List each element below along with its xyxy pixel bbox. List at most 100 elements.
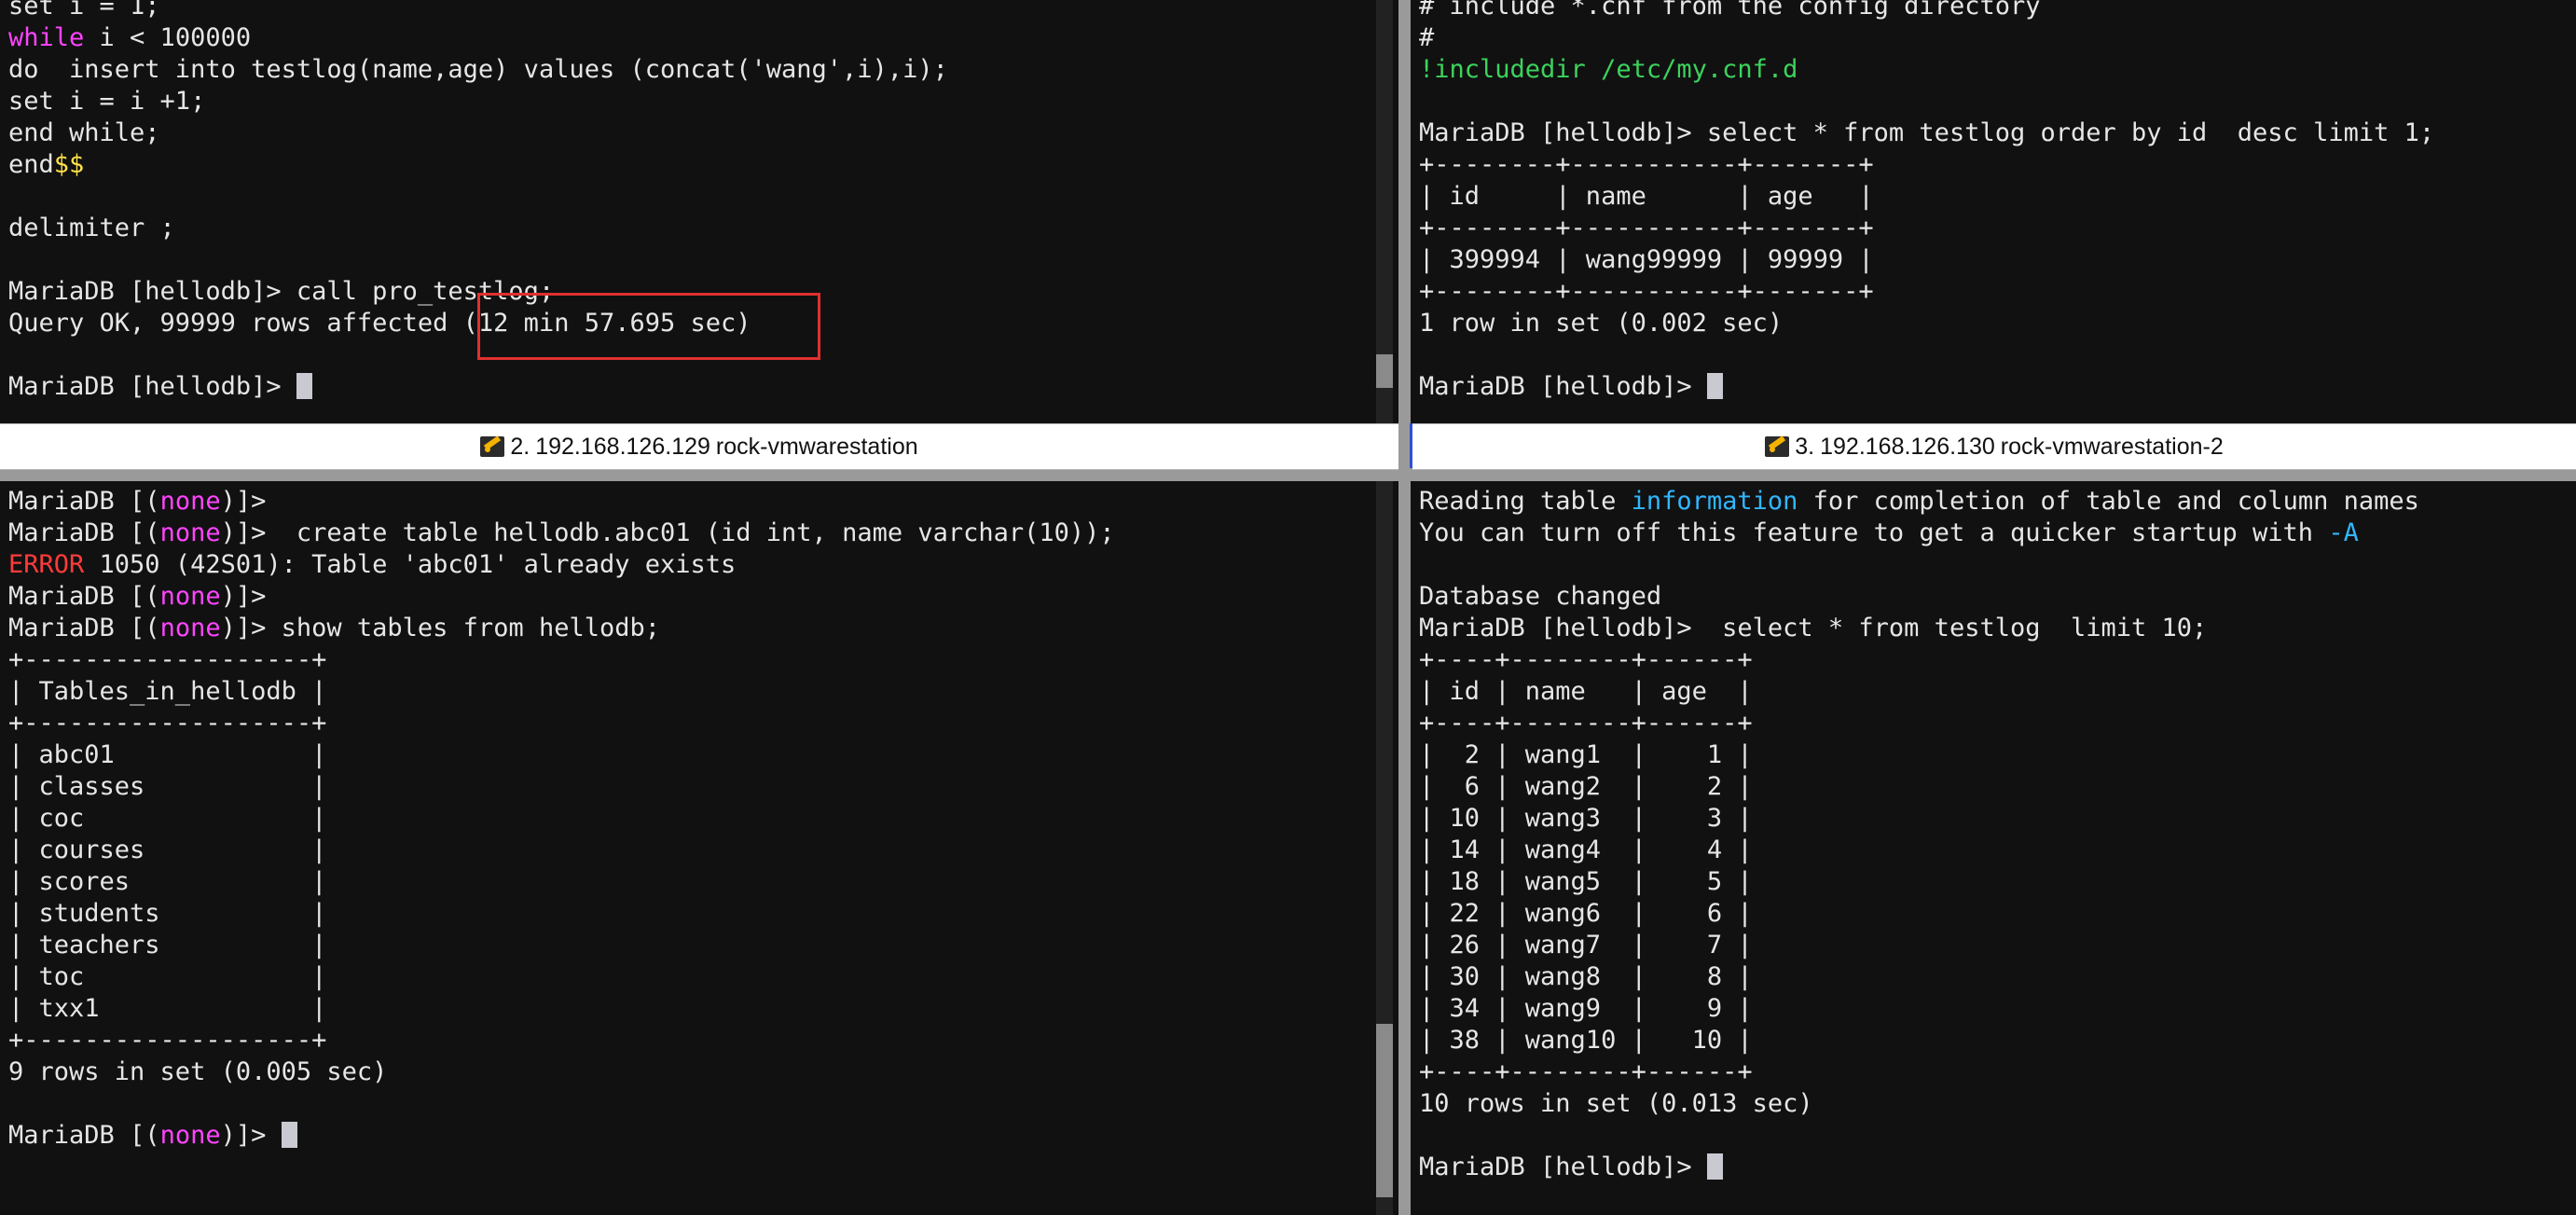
terminal-text: | scores | xyxy=(8,867,327,896)
terminal-line: +-------------------+ xyxy=(8,1025,1361,1056)
terminal-line: set i = i +1; xyxy=(8,86,1361,117)
terminal-text: )]> xyxy=(220,1121,282,1150)
terminal-text: | Tables_in_hellodb | xyxy=(8,677,327,706)
terminal-line: MariaDB [hellodb]> xyxy=(1419,371,2539,403)
highlight-box xyxy=(477,293,820,360)
terminal-text: | 399994 | wang99999 | 99999 | xyxy=(1419,245,1874,274)
terminal-output[interactable]: Reading table information for completion… xyxy=(1419,486,2539,1215)
terminal-line: | 26 | wang7 | 7 | xyxy=(1419,930,2539,961)
terminal-line: | id | name | age | xyxy=(1419,676,2539,708)
terminal-text: | 6 | wang2 | 2 | xyxy=(1419,772,1753,801)
terminal-text: )]> show tables from hellodb; xyxy=(220,614,660,642)
terminal-line: +--------+-----------+-------+ xyxy=(1419,276,2539,308)
terminal-text: information xyxy=(1631,487,1798,516)
terminal-cursor xyxy=(296,373,312,399)
terminal-pane-3[interactable]: MariaDB [(none)]> MariaDB [(none)]> creat… xyxy=(0,481,1398,1215)
scrollbar[interactable] xyxy=(1376,0,1393,423)
terminal-text: none xyxy=(159,518,221,547)
terminal-text: | 22 | wang6 | 6 | xyxy=(1419,899,1753,928)
terminal-text: # include *.cnf from the config director… xyxy=(1419,0,2041,21)
terminal-line: delimiter ; xyxy=(8,213,1361,244)
tools-icon xyxy=(1765,436,1790,457)
tab-title: rock-vmwarestation-2 xyxy=(2000,433,2224,460)
terminal-line: +-------------------+ xyxy=(8,644,1361,676)
terminal-line: | Tables_in_hellodb | xyxy=(8,676,1361,708)
terminal-text: | 26 | wang7 | 7 | xyxy=(1419,931,1753,960)
terminal-line: | teachers | xyxy=(8,930,1361,961)
scrollbar-thumb[interactable] xyxy=(1376,354,1393,388)
terminal-text: none xyxy=(159,487,221,516)
terminal-line: MariaDB [hellodb]> xyxy=(8,371,1361,403)
terminal-text: MariaDB [hellodb]> select * from testlog… xyxy=(1419,614,2208,642)
terminal-text: | 10 | wang3 | 3 | xyxy=(1419,804,1753,833)
terminal-text: )]> create table hellodb.abc01 (id int, … xyxy=(220,518,1115,547)
terminal-line: MariaDB [(none)]> create table hellodb.a… xyxy=(8,518,1361,549)
terminal-line: # xyxy=(1419,22,2539,54)
terminal-line: do insert into testlog(name,age) values … xyxy=(8,54,1361,86)
session-tab-bar-2[interactable]: 2. 192.168.126.129 rock-vmwarestation xyxy=(0,423,1398,470)
terminal-line: MariaDB [(none)]> show tables from hello… xyxy=(8,613,1361,644)
terminal-line: | scores | xyxy=(8,866,1361,898)
terminal-text: | courses | xyxy=(8,835,327,864)
terminal-cursor xyxy=(1706,373,1723,399)
terminal-pane-1[interactable]: set i = 1; while i < 100000 do insert into… xyxy=(0,0,1398,423)
terminal-line: end$$ xyxy=(8,149,1361,181)
tab-title: rock-vmwarestation xyxy=(715,433,918,460)
terminal-line: | students | xyxy=(8,898,1361,930)
terminal-pane-4[interactable]: Reading table information for completion… xyxy=(1411,481,2576,1215)
terminal-text: end while; xyxy=(8,118,160,147)
session-tab-2[interactable]: 2. 192.168.126.129 rock-vmwarestation xyxy=(480,433,918,461)
terminal-line: You can turn off this feature to get a q… xyxy=(1419,518,2539,549)
terminal-text: +-------------------+ xyxy=(8,1026,327,1055)
terminal-line: | 6 | wang2 | 2 | xyxy=(1419,771,2539,803)
terminal-text: delimiter ; xyxy=(8,214,175,242)
terminal-text: none xyxy=(159,1121,221,1150)
terminal-line: set i = 1; xyxy=(8,0,1361,22)
terminal-line: | 38 | wang10 | 10 | xyxy=(1419,1025,2539,1056)
tab-number: 2. xyxy=(510,433,530,460)
terminal-text: | 14 | wang4 | 4 | xyxy=(1419,835,1753,864)
terminal-text: +----+--------+------+ xyxy=(1419,645,1753,674)
terminal-text: +-------------------+ xyxy=(8,709,327,738)
session-tab-3[interactable]: 3. 192.168.126.130 rock-vmwarestation-2 xyxy=(1765,434,2224,461)
terminal-line: 10 rows in set (0.013 sec) xyxy=(1419,1088,2539,1120)
terminal-text: # xyxy=(1419,23,1435,52)
terminal-line: 1 row in set (0.002 sec) xyxy=(1419,308,2539,339)
terminal-text: 9 rows in set (0.005 sec) xyxy=(8,1057,388,1086)
terminal-text: +--------+-----------+-------+ xyxy=(1419,277,1874,306)
terminal-text: +----+--------+------+ xyxy=(1419,709,1753,738)
terminal-text: none xyxy=(159,582,221,611)
terminal-text: none xyxy=(159,614,221,642)
terminal-line: | 399994 | wang99999 | 99999 | xyxy=(1419,244,2539,276)
terminal-text: Reading table xyxy=(1419,487,1632,516)
terminal-text: | id | name | age | xyxy=(1419,182,1874,211)
terminal-line: MariaDB [(none)]> xyxy=(8,581,1361,613)
terminal-output[interactable]: # include *.cnf from the config director… xyxy=(1419,0,2539,423)
terminal-line: +----+--------+------+ xyxy=(1419,1056,2539,1088)
terminal-text: MariaDB [hellodb]> xyxy=(8,372,296,401)
terminal-line: +----+--------+------+ xyxy=(1419,644,2539,676)
terminal-line: MariaDB [hellodb]> xyxy=(1419,1152,2539,1183)
terminal-line: +--------+-----------+-------+ xyxy=(1419,213,2539,244)
terminal-line: | abc01 | xyxy=(8,739,1361,771)
terminal-text: 10 rows in set (0.013 sec) xyxy=(1419,1089,1813,1118)
session-tab-bar-3[interactable]: 3. 192.168.126.130 rock-vmwarestation-2 xyxy=(1412,423,2576,470)
terminal-line: MariaDB [(none)]> xyxy=(8,1120,1361,1152)
terminal-text: $$ xyxy=(53,150,85,179)
terminal-output[interactable]: MariaDB [(none)]> MariaDB [(none)]> creat… xyxy=(8,486,1361,1215)
terminal-line: | 18 | wang5 | 5 | xyxy=(1419,866,2539,898)
scrollbar[interactable] xyxy=(1376,481,1393,1215)
terminal-line: | 22 | wang6 | 6 | xyxy=(1419,898,2539,930)
terminal-text: MariaDB [hellodb]> xyxy=(1419,372,1707,401)
terminal-text: +--------+-----------+-------+ xyxy=(1419,150,1874,179)
terminal-line: # include *.cnf from the config director… xyxy=(1419,0,2539,22)
scrollbar-thumb[interactable] xyxy=(1376,1024,1393,1197)
terminal-text: MariaDB [( xyxy=(8,1121,160,1150)
terminal-text: MariaDB [( xyxy=(8,518,160,547)
terminal-pane-2[interactable]: # include *.cnf from the config director… xyxy=(1411,0,2576,423)
terminal-cursor xyxy=(281,1122,297,1148)
terminal-line: | id | name | age | xyxy=(1419,181,2539,213)
